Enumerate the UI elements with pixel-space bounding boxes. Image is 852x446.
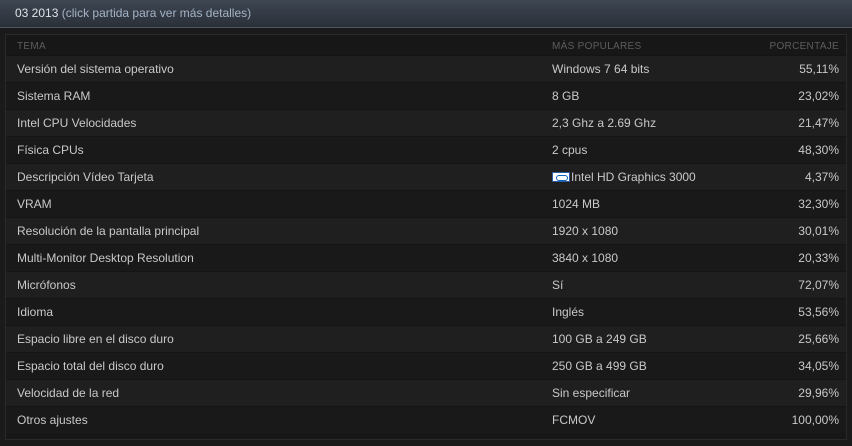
row-popular-text: 2 cpus bbox=[552, 143, 588, 157]
row-percent: 32,30% bbox=[798, 197, 839, 211]
row-percent: 29,96% bbox=[798, 386, 839, 400]
row-popular-text: 1024 MB bbox=[552, 197, 601, 211]
table-row: Idioma Inglés 53,56% bbox=[6, 298, 846, 325]
table-row: Versión del sistema operativo Windows 7 6… bbox=[6, 55, 846, 82]
row-tema: Velocidad de la red bbox=[17, 386, 120, 400]
table-row: Espacio libre en el disco duro 100 GB a 2… bbox=[6, 325, 846, 352]
table-row: Sistema RAM 8 GB 23,02% bbox=[6, 82, 846, 109]
table-row: Espacio total del disco duro 250 GB a 499… bbox=[6, 352, 846, 379]
row-popular: Sin especificar bbox=[552, 380, 630, 406]
period-header[interactable]: 03 2013 (click partida para ver más deta… bbox=[0, 0, 852, 28]
row-popular: Inglés bbox=[552, 299, 584, 325]
intel-logo-icon bbox=[552, 172, 570, 182]
row-percent: 48,30% bbox=[798, 143, 839, 157]
row-popular: 2 cpus bbox=[552, 137, 587, 163]
hardware-survey-page: 03 2013 (click partida para ver más deta… bbox=[0, 0, 852, 446]
row-tema: Espacio libre en el disco duro bbox=[17, 332, 174, 346]
row-percent: 23,02% bbox=[798, 89, 839, 103]
row-tema: Sistema RAM bbox=[17, 89, 91, 103]
row-percent: 4,37% bbox=[804, 170, 839, 184]
row-percent: 21,47% bbox=[798, 116, 839, 130]
row-tema: Multi-Monitor Desktop Resolution bbox=[17, 251, 194, 265]
row-popular-text: 2,3 Ghz a 2.69 Ghz bbox=[552, 116, 657, 130]
column-header-popular: MÁS POPULARES bbox=[552, 41, 642, 52]
row-tema: Idioma bbox=[17, 305, 54, 319]
row-percent: 53,56% bbox=[798, 305, 839, 319]
row-popular: 100 GB a 249 GB bbox=[552, 326, 647, 352]
table-row: Velocidad de la red Sin especificar 29,96% bbox=[6, 379, 846, 406]
row-popular-text: 250 GB a 499 GB bbox=[552, 359, 647, 373]
row-tema: Física CPUs bbox=[17, 143, 84, 157]
row-popular-text: Sin especificar bbox=[552, 386, 631, 400]
row-popular: 1920 x 1080 bbox=[552, 218, 618, 244]
row-popular: 8 GB bbox=[552, 83, 579, 109]
row-popular: Sí bbox=[552, 272, 563, 298]
table-row: Física CPUs 2 cpus 48,30% bbox=[6, 136, 846, 163]
row-tema: VRAM bbox=[17, 197, 52, 211]
table-row: Intel CPU Velocidades 2,3 Ghz a 2.69 Ghz 2… bbox=[6, 109, 846, 136]
column-header-percent: PORCENTAJE bbox=[769, 41, 839, 52]
table-row: Otros ajustes FCMOV 100,00% bbox=[6, 406, 846, 433]
row-popular-text: Windows 7 64 bits bbox=[552, 62, 650, 76]
row-tema: Espacio total del disco duro bbox=[17, 359, 164, 373]
survey-table: TEMA MÁS POPULARES PORCENTAJE Versión de… bbox=[5, 34, 847, 440]
row-popular: 2,3 Ghz a 2.69 Ghz bbox=[552, 110, 656, 136]
row-popular-text: 8 GB bbox=[552, 89, 580, 103]
row-popular: 250 GB a 499 GB bbox=[552, 353, 647, 379]
row-percent: 100,00% bbox=[791, 413, 839, 427]
table-row: VRAM 1024 MB 32,30% bbox=[6, 190, 846, 217]
table-row: Micrófonos Sí 72,07% bbox=[6, 271, 846, 298]
period-date: 03 2013 bbox=[15, 6, 59, 20]
row-popular: Windows 7 64 bits bbox=[552, 56, 649, 82]
row-popular: Intel HD Graphics 3000 bbox=[552, 164, 696, 190]
row-popular-text: 1920 x 1080 bbox=[552, 224, 619, 238]
row-percent: 30,01% bbox=[798, 224, 839, 238]
table-header: TEMA MÁS POPULARES PORCENTAJE bbox=[6, 35, 846, 55]
row-tema: Intel CPU Velocidades bbox=[17, 116, 137, 130]
row-tema: Micrófonos bbox=[17, 278, 76, 292]
row-popular-text: Intel HD Graphics 3000 bbox=[571, 170, 696, 184]
row-popular: 3840 x 1080 bbox=[552, 245, 618, 271]
row-percent: 20,33% bbox=[798, 251, 839, 265]
row-percent: 72,07% bbox=[798, 278, 839, 292]
row-percent: 34,05% bbox=[798, 359, 839, 373]
table-row: Descripción Vídeo Tarjeta Intel HD Graphi… bbox=[6, 163, 846, 190]
row-popular-text: Sí bbox=[552, 278, 564, 292]
period-hint: (click partida para ver más detalles) bbox=[61, 6, 252, 20]
row-tema: Descripción Vídeo Tarjeta bbox=[17, 170, 154, 184]
row-percent: 25,66% bbox=[798, 332, 839, 346]
row-percent: 55,11% bbox=[799, 62, 839, 76]
row-popular-text: Inglés bbox=[552, 305, 585, 319]
table-body: Versión del sistema operativo Windows 7 6… bbox=[6, 55, 846, 433]
row-popular: FCMOV bbox=[552, 407, 595, 433]
row-popular: 1024 MB bbox=[552, 191, 600, 217]
row-tema: Otros ajustes bbox=[17, 413, 88, 427]
column-header-tema: TEMA bbox=[17, 41, 46, 52]
row-tema: Versión del sistema operativo bbox=[17, 62, 174, 76]
table-row: Resolución de la pantalla principal 1920 … bbox=[6, 217, 846, 244]
table-row: Multi-Monitor Desktop Resolution 3840 x 1… bbox=[6, 244, 846, 271]
row-popular-text: 3840 x 1080 bbox=[552, 251, 619, 265]
row-tema: Resolución de la pantalla principal bbox=[17, 224, 200, 238]
row-popular-text: FCMOV bbox=[552, 413, 596, 427]
row-popular-text: 100 GB a 249 GB bbox=[552, 332, 647, 346]
